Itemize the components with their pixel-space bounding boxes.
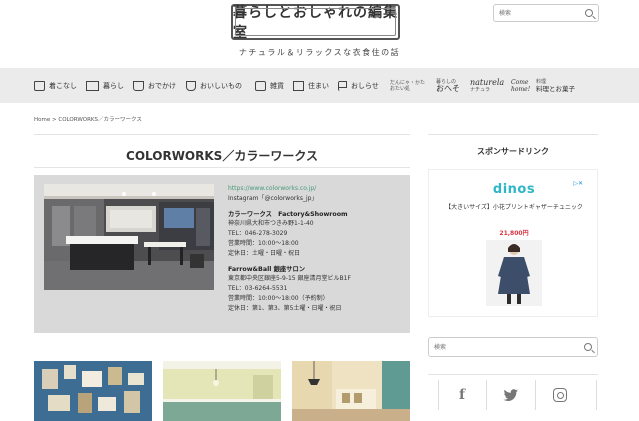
search-icon[interactable] — [584, 343, 592, 351]
nav-item-comehome[interactable]: Come home! — [511, 68, 533, 103]
divider — [428, 134, 598, 135]
site-header: 暮らしとおしゃれの編集室 ナチュラル＆リラックスな衣食住の話 — [0, 0, 639, 68]
nav-naturela-label: naturela — [470, 77, 505, 87]
website-link[interactable]: https://www.colorworks.co.jp/ — [228, 184, 406, 194]
sidebar-search-input[interactable] — [434, 342, 514, 353]
facebook-link[interactable]: f — [434, 378, 490, 412]
nav-naturela-small: ナチュラ — [470, 86, 491, 93]
showroom-2-tel: TEL：03-6264-5531 — [228, 285, 288, 293]
showroom-1-address: 神奈川県大和市つきみ野1-1-40 — [228, 220, 314, 228]
nav-item-special-1[interactable]: だんにゃ・かた おたい処 — [390, 68, 425, 103]
nav-cooking-stack: 料理 料理とお菓子 — [536, 79, 575, 93]
article-thumbnail[interactable] — [292, 361, 410, 421]
sidebar-search[interactable] — [428, 337, 598, 357]
thumbnail-image — [163, 361, 281, 421]
twitter-icon — [503, 388, 519, 401]
nav-item-living[interactable]: 暮らし — [86, 68, 124, 103]
header-search-input[interactable] — [499, 8, 579, 19]
nav-label: おいしいもの — [200, 81, 242, 90]
nav-item-cooking[interactable]: 料理 料理とお菓子 — [536, 68, 575, 103]
nav-label: 着こなし — [49, 81, 77, 90]
shop-info-box: https://www.colorworks.co.jp/ Instagram「… — [34, 175, 410, 333]
twitter-link[interactable] — [483, 378, 539, 412]
ad-brand-logo[interactable]: dinos — [443, 182, 585, 197]
nav-item-oheso[interactable]: 暮らしの おへそ — [436, 68, 460, 103]
nav-item-home[interactable]: 住まい — [293, 68, 329, 103]
nav-naturela-stack: naturela ナチュラ — [470, 77, 505, 93]
nav-item-naturela[interactable]: naturela ナチュラ — [470, 68, 504, 103]
site-logo[interactable]: 暮らしとおしゃれの編集室 — [231, 4, 400, 41]
divider — [34, 167, 410, 168]
instagram-link[interactable]: Instagram「@colorworks_jp」 — [228, 194, 406, 204]
nav-item-fashion[interactable]: 着こなし — [34, 68, 77, 103]
facebook-icon: f — [458, 387, 466, 403]
thumbnail-image — [292, 361, 410, 421]
nav-label: 住まい — [308, 81, 329, 90]
showroom-2-address: 東京都中央区銀座5-9-15 銀座清月堂ビルB1F — [228, 275, 351, 283]
nav-item-food[interactable]: おいしいもの — [186, 68, 242, 103]
site-tagline: ナチュラル＆リラックスな衣食住の話 — [238, 48, 401, 57]
showroom-2-closed: 定休日：第1、第3、第5土曜・日曜・祝日 — [228, 304, 342, 312]
nav-label: おしらせ — [351, 81, 379, 90]
ad-caption[interactable]: 【大きいサイズ】小花プリントギャザーチュニック — [443, 204, 585, 212]
search-icon[interactable] — [585, 9, 593, 17]
nav-oheso-stack: 暮らしの おへそ — [436, 79, 460, 93]
nav-label: 雑貨 — [270, 81, 284, 90]
showroom-1-tel: TEL：046-278-3029 — [228, 230, 288, 238]
header-search[interactable] — [493, 4, 599, 22]
instagram-link[interactable] — [532, 378, 588, 412]
ad-choices-icon[interactable]: ▷✕ — [573, 180, 583, 187]
nav-item-outing[interactable]: おでかけ — [133, 68, 176, 103]
ad-product-drawing — [486, 240, 542, 306]
showroom-1-closed: 定休日：土曜・日曜・祝日 — [228, 249, 301, 257]
thumbnail-image — [34, 361, 152, 421]
book-icon — [86, 80, 99, 91]
showroom-1-name: カラーワークス Factory&Showroom — [228, 210, 348, 218]
bag-icon — [133, 80, 144, 91]
breadcrumb[interactable]: Home > COLORWORKS／カラーワークス — [34, 115, 142, 123]
nav-special-stack: だんにゃ・かた おたい処 — [390, 80, 425, 92]
cup-icon — [186, 80, 196, 91]
nav-comehome-label: Come home! — [511, 78, 531, 93]
sponsored-ad[interactable]: dinos ▷✕ 【大きいサイズ】小花プリントギャザーチュニック 21,800円 — [428, 169, 598, 317]
sponsor-title: スポンサードリンク — [477, 147, 549, 156]
ad-product-image[interactable] — [486, 240, 542, 306]
showroom-photo-drawing — [44, 184, 214, 290]
divider — [34, 134, 410, 135]
nav-oheso-big: おへそ — [436, 83, 460, 93]
nav-label: 暮らし — [103, 81, 124, 90]
divider — [428, 374, 598, 375]
notebook-icon — [255, 80, 266, 91]
nav-special-small: おたい処 — [390, 85, 411, 92]
nav-cooking-big: 料理とお菓子 — [536, 84, 575, 93]
article-thumbnail[interactable] — [163, 361, 281, 421]
showroom-2-hours: 営業時間：10:00～18:00（予約制） — [228, 294, 329, 302]
shirt-icon — [34, 80, 45, 91]
ad-content: dinos ▷✕ 【大きいサイズ】小花プリントギャザーチュニック 21,800円 — [443, 180, 585, 308]
flag-icon — [338, 80, 347, 91]
main-nav: 着こなし 暮らし おでかけ おいしいもの 雑貨 住まい おしらせ だんにゃ・かた… — [0, 68, 639, 103]
nav-label: おでかけ — [148, 81, 176, 90]
logo-text: 暮らしとおしゃれの編集室 — [233, 5, 398, 41]
nav-item-news[interactable]: おしらせ — [338, 68, 379, 103]
house-icon — [293, 80, 304, 91]
article-thumbnail[interactable] — [34, 361, 152, 421]
nav-item-goods[interactable]: 雑貨 — [255, 68, 284, 103]
shop-info-text: https://www.colorworks.co.jp/ Instagram「… — [228, 184, 406, 314]
instagram-icon — [553, 388, 567, 402]
showroom-2-name: Farrow&Ball 銀座サロン — [228, 265, 306, 273]
showroom-photo — [44, 184, 214, 290]
page-title: COLORWORKS／カラーワークス — [126, 149, 318, 163]
divider — [596, 380, 597, 410]
ad-price: 21,800円 — [499, 230, 529, 237]
showroom-1-hours: 営業時間：10:00～18:00 — [228, 239, 299, 247]
